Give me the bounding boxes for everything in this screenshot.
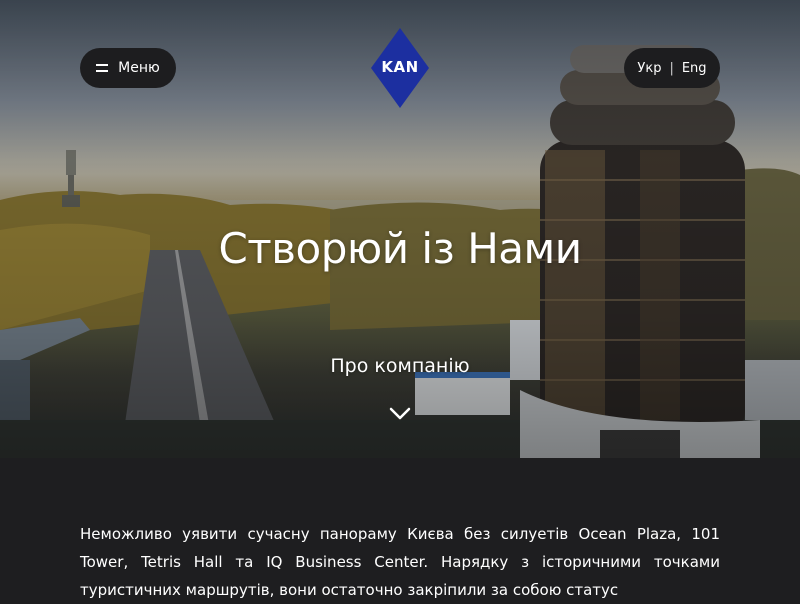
lang-ukr-link[interactable]: Укр <box>637 61 661 76</box>
logo[interactable]: KAN <box>371 28 429 108</box>
about-company-link[interactable]: Про компанію <box>300 355 500 377</box>
intro-paragraph: Неможливо уявити сучасну панораму Києва … <box>80 525 720 599</box>
hero-headline: Створюй із Нами <box>218 224 582 273</box>
hero-section: Меню KAN Укр | Eng Створюй із Нами Про к… <box>0 0 800 458</box>
menu-label: Меню <box>118 60 160 76</box>
logo-text: KAN <box>381 58 419 76</box>
language-switcher: Укр | Eng <box>624 48 720 88</box>
lang-eng-link[interactable]: Eng <box>682 61 707 76</box>
menu-button[interactable]: Меню <box>80 48 176 88</box>
hamburger-icon <box>96 64 109 72</box>
lang-separator: | <box>669 60 674 76</box>
chevron-down-icon[interactable] <box>388 406 412 422</box>
